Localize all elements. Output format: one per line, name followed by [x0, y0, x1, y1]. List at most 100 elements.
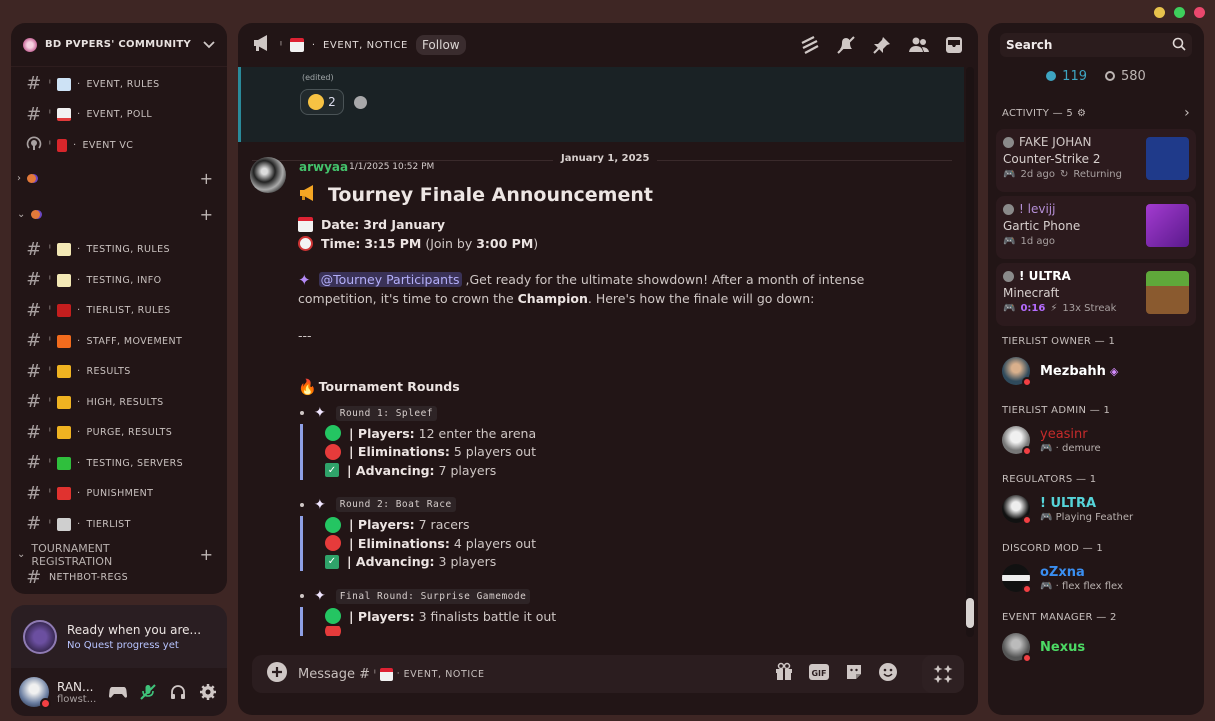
- follow-button[interactable]: Follow: [415, 35, 466, 55]
- activity-card[interactable]: FAKE JOHAN Counter-Strike 2 🎮 2d ago ↻ Return…: [996, 129, 1196, 192]
- calendar-emoji-icon: [289, 38, 304, 52]
- maximize-button[interactable]: [1174, 7, 1185, 18]
- svg-text:GIF: GIF: [811, 669, 826, 678]
- online-count: 119: [1062, 69, 1087, 84]
- add-channel-button[interactable]: +: [200, 545, 213, 564]
- member-list-icon[interactable]: [908, 35, 929, 55]
- channel-header: ˡ · EVENT, NOTICE Follow: [238, 23, 978, 67]
- mute-bell-icon[interactable]: [836, 35, 856, 55]
- channel-item[interactable]: # ˡ · PUNISHMENT: [11, 479, 227, 510]
- user-avatar[interactable]: [19, 677, 51, 709]
- add-channel-button[interactable]: +: [200, 205, 213, 224]
- activity-card[interactable]: ! levijj Gartic Phone 🎮 1d ago: [996, 196, 1196, 259]
- apps-button[interactable]: [922, 655, 964, 693]
- activity-header[interactable]: ACTIVITY — 5 ⚙ ›: [988, 105, 1204, 121]
- search-input[interactable]: Search: [1000, 33, 1192, 57]
- member-item[interactable]: Mezbahh ◈: [988, 351, 1204, 391]
- role-mention[interactable]: @Tourney Participants: [318, 272, 462, 287]
- sparkle-icon: ✦: [314, 496, 326, 513]
- quest-panel[interactable]: Ready when you are... No Quest progress …: [11, 605, 227, 668]
- category-collapsed[interactable]: › +: [11, 161, 227, 197]
- add-reaction-icon[interactable]: [354, 96, 367, 109]
- message-composer[interactable]: Message # ˡ · EVENT, NOTICE GIF: [252, 655, 964, 693]
- gamepad-icon[interactable]: [107, 681, 129, 703]
- message-input[interactable]: Message # ˡ · EVENT, NOTICE: [298, 667, 485, 682]
- channel-item[interactable]: # ˡ · STAFF, MOVEMENT: [11, 326, 227, 357]
- author-avatar[interactable]: [250, 157, 286, 193]
- category-tournament-registration[interactable]: ⌄ TOURNAMENT REGISTRATION +: [11, 540, 227, 570]
- channel-emoji-icon: [57, 487, 72, 501]
- channel-emoji-icon: [57, 304, 72, 318]
- channel-event-rules[interactable]: # ˡ · EVENT, RULES: [11, 69, 227, 100]
- streak-bolt-icon: ⚡: [1050, 303, 1058, 314]
- channel-label: PUNISHMENT: [86, 488, 154, 500]
- chat-panel: ˡ · EVENT, NOTICE Follow (edited) 2 Janu…: [238, 23, 978, 715]
- check-mark-icon: ✓: [325, 554, 339, 569]
- member-avatar: [1002, 633, 1032, 663]
- member-item[interactable]: oZxna 🎮 · flex flex flex: [988, 558, 1204, 598]
- smile-emoji-icon: [308, 94, 325, 110]
- channel-event-poll[interactable]: # ˡ · EVENT, POLL: [11, 100, 227, 131]
- pin-icon[interactable]: [872, 35, 892, 55]
- category-expanded[interactable]: ⌄ +: [11, 197, 227, 233]
- inbox-icon[interactable]: [944, 35, 964, 55]
- scroll-track[interactable]: [966, 67, 974, 637]
- user-panel: RAN... flowst...: [11, 668, 227, 716]
- member-group: TIERLIST OWNER — 1 Mezbahh ◈: [988, 336, 1204, 391]
- threads-icon[interactable]: [800, 35, 820, 55]
- channel-event-vc[interactable]: ˡ · EVENT VC: [11, 130, 227, 161]
- add-channel-button[interactable]: +: [200, 169, 213, 188]
- channel-item[interactable]: # ˡ · HIGH, RESULTS: [11, 387, 227, 418]
- bullet-icon: [300, 594, 304, 598]
- channel-label: EVENT, RULES: [86, 78, 160, 90]
- reaction-pill[interactable]: 2: [300, 89, 344, 115]
- member-item[interactable]: Nexus: [988, 627, 1204, 667]
- announcement-title: Tourney Finale Announcement: [328, 184, 653, 206]
- member-name: Mezbahh: [1040, 363, 1106, 379]
- mic-muted-icon[interactable]: [137, 681, 159, 703]
- round-quote: | Players: 7 racers | Eliminations: 4 pla…: [300, 515, 938, 571]
- gear-icon: ⚙: [1077, 107, 1087, 119]
- round-block: ✦ Round 1: Spleef | Players: 12 enter the …: [300, 402, 938, 480]
- sticker-icon[interactable]: [844, 662, 864, 686]
- member-avatar: [1002, 426, 1032, 456]
- channel-item[interactable]: # ˡ · TESTING, RULES: [11, 235, 227, 266]
- message-author[interactable]: arwyaa: [299, 160, 348, 174]
- search-icon: [1172, 37, 1186, 54]
- minimize-button[interactable]: [1154, 7, 1165, 18]
- text-channel-icon: #: [26, 482, 42, 504]
- member-item[interactable]: yeasinr 🎮 · demure: [988, 420, 1204, 460]
- channel-item[interactable]: # ˡ · TIERLIST, RULES: [11, 296, 227, 327]
- emoji-picker-icon[interactable]: [878, 662, 898, 686]
- text-channel-icon: #: [26, 73, 42, 95]
- close-button[interactable]: [1194, 7, 1205, 18]
- group-title: TIERLIST OWNER — 1: [1002, 336, 1116, 347]
- scrollbar-thumb[interactable]: [966, 598, 974, 628]
- channel-label: STAFF, MOVEMENT: [86, 335, 183, 347]
- quest-subtitle: No Quest progress yet: [67, 639, 179, 651]
- server-header[interactable]: BD PVPERS' COMMUNITY: [11, 23, 227, 67]
- channel-label: PURGE, RESULTS: [86, 427, 173, 439]
- reaction-count: 2: [328, 95, 336, 109]
- activity-card[interactable]: ! ULTRA Minecraft 🎮 0:16 ⚡ 13x Streak: [996, 263, 1196, 326]
- channel-item[interactable]: # ˡ · TESTING, SERVERS: [11, 448, 227, 479]
- gif-icon[interactable]: GIF: [808, 663, 830, 685]
- announcement-channel-icon: [252, 34, 272, 56]
- channel-item[interactable]: # ˡ · RESULTS: [11, 357, 227, 388]
- group-title: TIERLIST ADMIN — 1: [1002, 405, 1111, 416]
- channel-item[interactable]: # ˡ · TIERLIST: [11, 509, 227, 540]
- member-avatar: [1002, 495, 1032, 525]
- previous-message: (edited) 2: [238, 67, 964, 142]
- settings-gear-icon[interactable]: [197, 681, 219, 703]
- member-item[interactable]: ! ULTRA 🎮 Playing Feather: [988, 489, 1204, 529]
- channel-item[interactable]: # ˡ · TESTING, INFO: [11, 265, 227, 296]
- channel-item[interactable]: # ˡ · PURGE, RESULTS: [11, 418, 227, 449]
- chevron-down-icon[interactable]: [203, 38, 215, 52]
- headphones-icon[interactable]: [167, 681, 189, 703]
- gift-icon[interactable]: [774, 662, 794, 686]
- green-circle-icon: [325, 608, 341, 625]
- add-attachment-icon[interactable]: [266, 661, 288, 687]
- channel-nethbot-regs[interactable]: # NETHBOT-REGS: [11, 570, 227, 586]
- date-divider: January 1, 2025: [553, 153, 658, 164]
- returning-icon: ↻: [1059, 169, 1069, 180]
